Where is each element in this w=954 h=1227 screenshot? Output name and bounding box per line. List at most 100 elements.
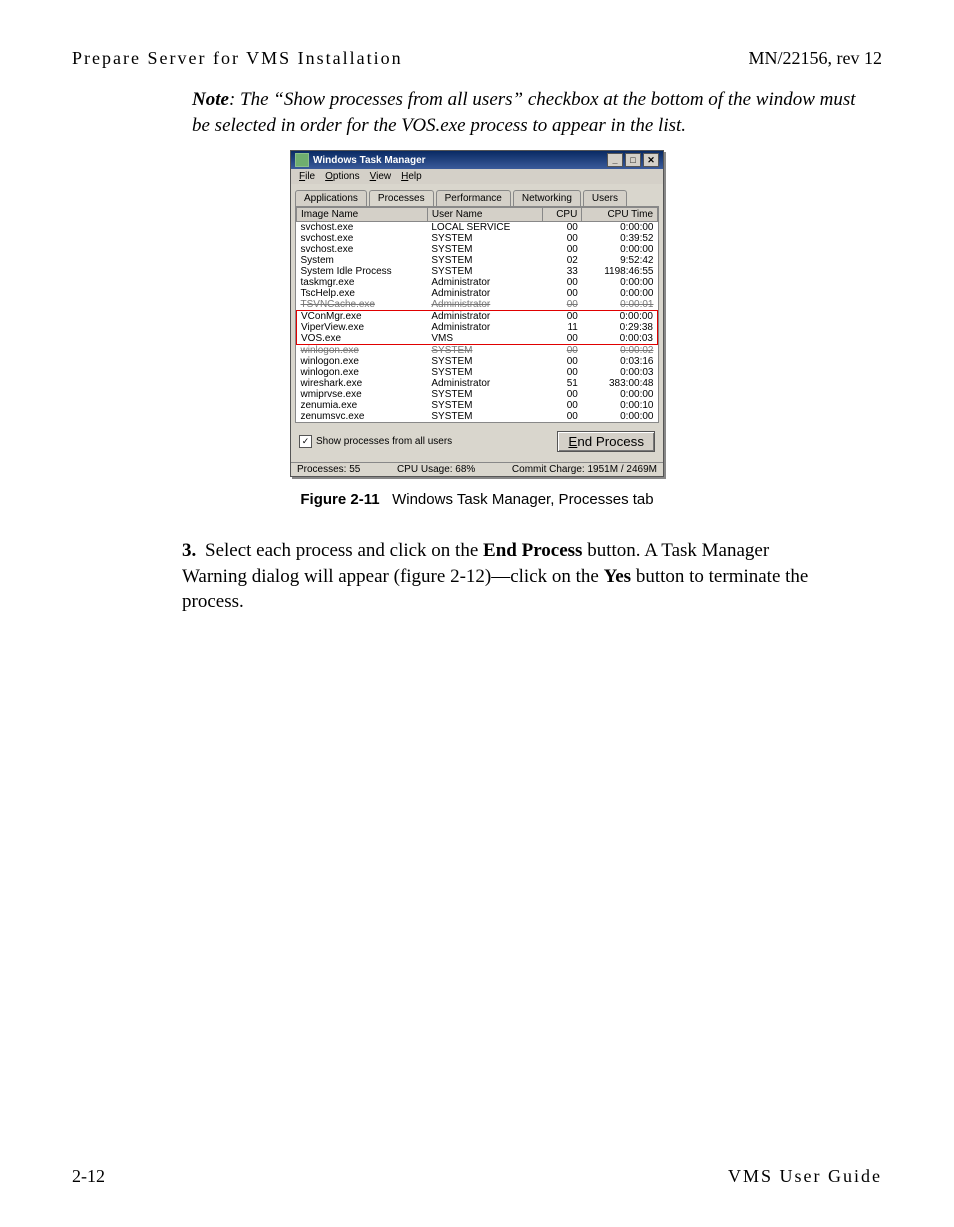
- app-icon: [295, 153, 309, 167]
- cell-cputime: 9:52:42: [582, 255, 658, 266]
- show-all-users-label: Show processes from all users: [316, 436, 452, 447]
- cell-cputime: 0:00:01: [582, 299, 658, 311]
- table-row[interactable]: VOS.exeVMS000:00:03: [297, 333, 658, 345]
- close-button[interactable]: ✕: [643, 153, 659, 167]
- col-cputime[interactable]: CPU Time: [582, 208, 658, 222]
- cell-cpu: 00: [542, 277, 582, 288]
- menu-file[interactable]: File: [299, 171, 315, 182]
- header-section-title: Prepare Server for VMS Installation: [72, 48, 403, 69]
- lower-bar: ✓ Show processes from all users End Proc…: [291, 423, 663, 462]
- tab-performance[interactable]: Performance: [436, 190, 511, 206]
- note-text: : The “Show processes from all users” ch…: [192, 89, 856, 136]
- cell-image: winlogon.exe: [297, 356, 428, 367]
- cell-cputime: 0:00:00: [582, 222, 658, 234]
- cell-cputime: 0:00:02: [582, 345, 658, 357]
- tab-users[interactable]: Users: [583, 190, 627, 206]
- cell-user: SYSTEM: [427, 266, 542, 277]
- table-header-row: Image Name User Name CPU CPU Time: [297, 208, 658, 222]
- table-row[interactable]: zenumia.exeSYSTEM000:00:10: [297, 400, 658, 411]
- note-lead: Note: [192, 89, 229, 110]
- cell-cpu: 02: [542, 255, 582, 266]
- cell-cputime: 0:00:00: [582, 244, 658, 255]
- table-row[interactable]: wireshark.exeAdministrator51383:00:48: [297, 378, 658, 389]
- table-row[interactable]: TscHelp.exeAdministrator000:00:00: [297, 288, 658, 299]
- titlebar[interactable]: Windows Task Manager _ □ ✕: [291, 151, 663, 169]
- table-row[interactable]: TSVNCache.exeAdministrator000:00:01: [297, 299, 658, 311]
- tab-applications[interactable]: Applications: [295, 190, 367, 206]
- checkbox-icon[interactable]: ✓: [299, 435, 312, 448]
- cell-user: VMS: [427, 333, 542, 345]
- table-row[interactable]: winlogon.exeSYSTEM000:00:03: [297, 367, 658, 378]
- cell-cpu: 51: [542, 378, 582, 389]
- cell-user: Administrator: [427, 322, 542, 333]
- cell-cpu: 00: [542, 244, 582, 255]
- cell-image: zenumia.exe: [297, 400, 428, 411]
- cell-cputime: 0:00:00: [582, 411, 658, 422]
- cell-user: Administrator: [427, 311, 542, 323]
- figure-number: Figure 2-11: [300, 491, 379, 508]
- table-row[interactable]: zenumsvc.exeSYSTEM000:00:00: [297, 411, 658, 422]
- table-row[interactable]: SystemSYSTEM029:52:42: [297, 255, 658, 266]
- menu-help[interactable]: Help: [401, 171, 422, 182]
- cell-image: VOS.exe: [297, 333, 428, 345]
- table-row[interactable]: ViperView.exeAdministrator110:29:38: [297, 322, 658, 333]
- cell-user: Administrator: [427, 288, 542, 299]
- cell-cpu: 33: [542, 266, 582, 277]
- header-doc-id: MN/22156, rev 12: [749, 48, 883, 69]
- table-row[interactable]: svchost.exeLOCAL SERVICE000:00:00: [297, 222, 658, 234]
- cell-image: winlogon.exe: [297, 345, 428, 357]
- end-process-button[interactable]: End Process: [557, 431, 655, 452]
- cell-cpu: 00: [542, 367, 582, 378]
- cell-cpu: 00: [542, 233, 582, 244]
- cell-cpu: 00: [542, 222, 582, 234]
- cell-image: TSVNCache.exe: [297, 299, 428, 311]
- cell-user: SYSTEM: [427, 345, 542, 357]
- menu-options[interactable]: Options: [325, 171, 359, 182]
- cell-image: TscHelp.exe: [297, 288, 428, 299]
- step-3: 3. Select each process and click on the …: [182, 538, 810, 614]
- minimize-button[interactable]: _: [607, 153, 623, 167]
- table-row[interactable]: svchost.exeSYSTEM000:39:52: [297, 233, 658, 244]
- cell-image: wmiprvse.exe: [297, 389, 428, 400]
- cell-image: svchost.exe: [297, 222, 428, 234]
- figure-text: Windows Task Manager, Processes tab: [392, 491, 654, 508]
- tab-processes[interactable]: Processes: [369, 190, 434, 206]
- cell-cpu: 11: [542, 322, 582, 333]
- cell-cpu: 00: [542, 411, 582, 422]
- col-image[interactable]: Image Name: [297, 208, 428, 222]
- cell-image: svchost.exe: [297, 244, 428, 255]
- menu-view[interactable]: View: [370, 171, 392, 182]
- table-row[interactable]: System Idle ProcessSYSTEM331198:46:55: [297, 266, 658, 277]
- cell-user: Administrator: [427, 299, 542, 311]
- table-row[interactable]: svchost.exeSYSTEM000:00:00: [297, 244, 658, 255]
- table-row[interactable]: winlogon.exeSYSTEM000:00:02: [297, 345, 658, 357]
- cell-user: SYSTEM: [427, 356, 542, 367]
- window-title: Windows Task Manager: [313, 155, 426, 166]
- tab-networking[interactable]: Networking: [513, 190, 581, 206]
- status-cpu: CPU Usage: 68%: [397, 464, 475, 475]
- show-all-users-checkbox[interactable]: ✓ Show processes from all users: [299, 435, 452, 448]
- col-cpu[interactable]: CPU: [542, 208, 582, 222]
- status-commit: Commit Charge: 1951M / 2469M: [512, 464, 657, 475]
- tabs: Applications Processes Performance Netwo…: [295, 190, 659, 206]
- col-user[interactable]: User Name: [427, 208, 542, 222]
- cell-user: Administrator: [427, 277, 542, 288]
- cell-user: SYSTEM: [427, 367, 542, 378]
- cell-cpu: 00: [542, 345, 582, 357]
- cell-user: SYSTEM: [427, 255, 542, 266]
- cell-cpu: 00: [542, 299, 582, 311]
- cell-cputime: 1198:46:55: [582, 266, 658, 277]
- cell-user: Administrator: [427, 378, 542, 389]
- cell-cputime: 0:29:38: [582, 322, 658, 333]
- cell-user: SYSTEM: [427, 233, 542, 244]
- cell-cputime: 383:00:48: [582, 378, 658, 389]
- cell-image: ViperView.exe: [297, 322, 428, 333]
- cell-cputime: 0:00:10: [582, 400, 658, 411]
- table-row[interactable]: winlogon.exeSYSTEM000:03:16: [297, 356, 658, 367]
- maximize-button[interactable]: □: [625, 153, 641, 167]
- table-row[interactable]: wmiprvse.exeSYSTEM000:00:00: [297, 389, 658, 400]
- table-row[interactable]: taskmgr.exeAdministrator000:00:00: [297, 277, 658, 288]
- task-manager-window: Windows Task Manager _ □ ✕ File Options …: [290, 150, 664, 477]
- cell-cputime: 0:00:00: [582, 288, 658, 299]
- table-row[interactable]: VConMgr.exeAdministrator000:00:00: [297, 311, 658, 323]
